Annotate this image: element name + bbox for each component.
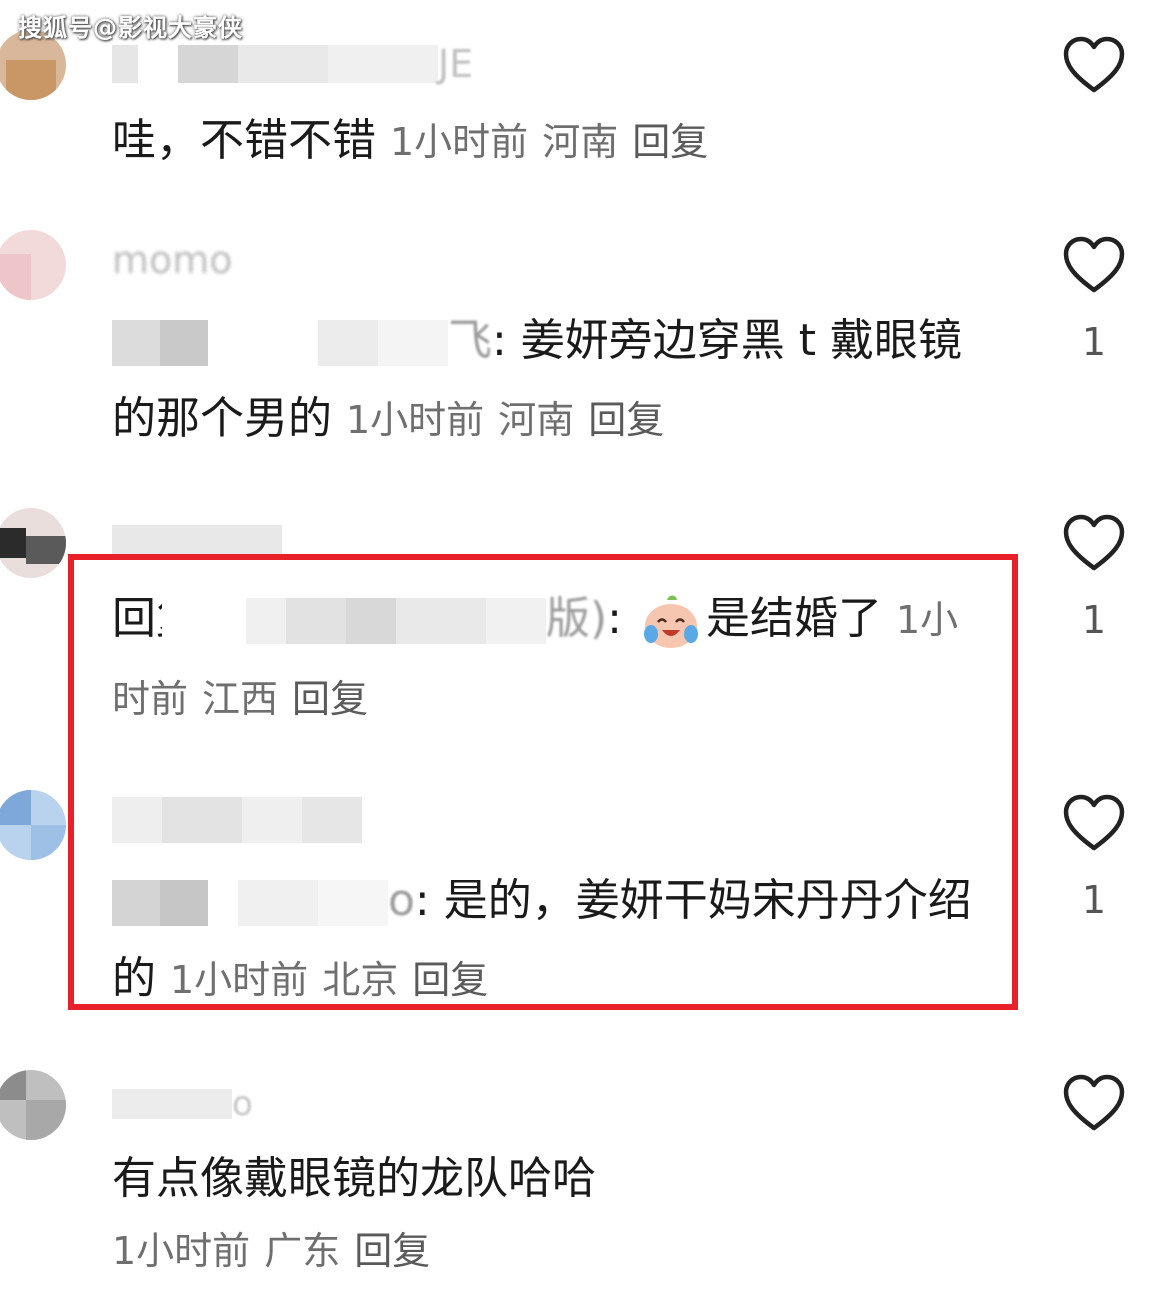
comment-meta: 1小时前 河南 回复 <box>390 120 722 164</box>
reply-prefix-mosaic <box>112 320 448 366</box>
heart-icon <box>1063 514 1125 571</box>
like-button[interactable] <box>1062 36 1126 98</box>
comment-text-block: 有点像戴眼镜的龙队哈哈 1小时前 广东 回复 <box>112 1140 992 1290</box>
avatar[interactable] <box>0 790 66 860</box>
reply-button[interactable]: 回复 <box>632 120 708 164</box>
heart-icon <box>1063 236 1125 293</box>
heart-icon <box>1063 794 1125 851</box>
reply-button[interactable]: 回复 <box>588 398 664 442</box>
like-count: 1 <box>1081 878 1107 922</box>
username[interactable]: momo <box>112 238 233 282</box>
comment-meta: 1小时前 河南 回复 <box>346 398 678 442</box>
heart-icon <box>1063 1074 1125 1131</box>
like-count: 1 <box>1081 320 1107 364</box>
watermark: 搜狐号@影视大豪侠 <box>18 14 243 42</box>
avatar[interactable] <box>0 508 66 578</box>
like-button[interactable] <box>1062 236 1126 298</box>
reply-button[interactable]: 回复 <box>354 1229 430 1273</box>
comment-meta: 1小时前 广东 回复 <box>112 1212 992 1290</box>
avatar[interactable] <box>0 230 66 300</box>
like-button[interactable] <box>1062 794 1126 856</box>
like-button[interactable] <box>1062 514 1126 576</box>
comment-text-block: 飞: 姜妍旁边穿黑 t 戴眼镜的那个男的 1小时前 河南 回复 <box>112 302 992 459</box>
comment-location: 河南 <box>542 120 619 164</box>
like-button[interactable] <box>1062 1074 1126 1136</box>
like-count: 1 <box>1081 598 1107 642</box>
comment-location: 广东 <box>264 1229 341 1273</box>
comment-time: 1小时前 <box>112 1229 251 1273</box>
username[interactable]: JE <box>112 42 473 86</box>
comment-location: 河南 <box>498 398 575 442</box>
reply-target[interactable]: 飞 <box>448 315 492 366</box>
heart-icon <box>1063 36 1125 93</box>
highlight-box <box>68 554 1018 1010</box>
comment-text: 哇，不错不错 <box>112 115 376 166</box>
comment-text-block: 哇，不错不错 1小时前 河南 回复 <box>112 102 992 181</box>
username[interactable]: o <box>112 1084 253 1124</box>
comment-text: 有点像戴眼镜的龙队哈哈 <box>112 1153 596 1204</box>
comment-time: 1小时前 <box>390 120 529 164</box>
comment-time: 1小时前 <box>346 398 485 442</box>
avatar[interactable] <box>0 1070 66 1140</box>
